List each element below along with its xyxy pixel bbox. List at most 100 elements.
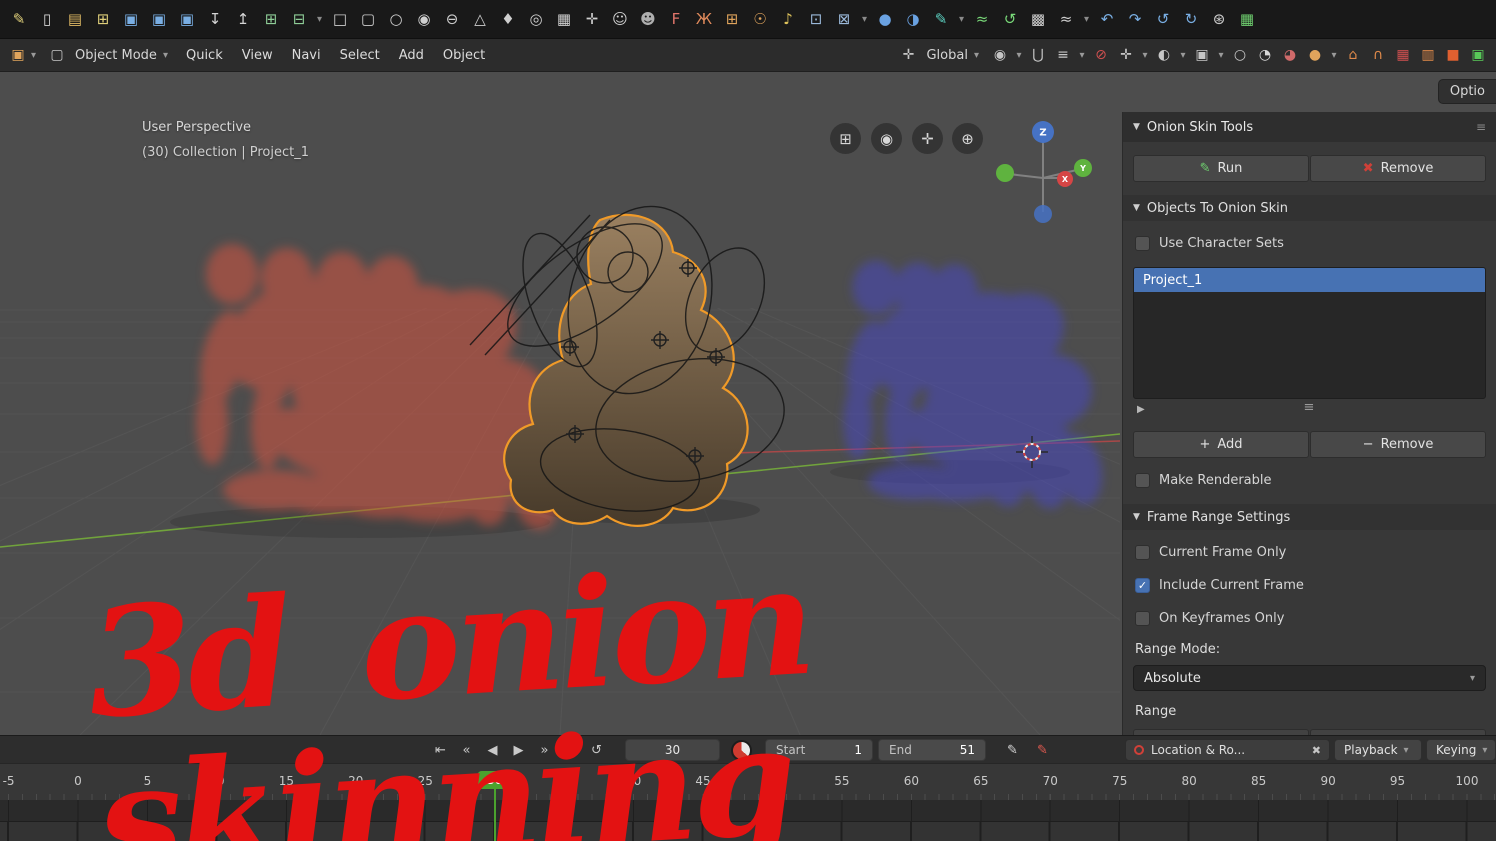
metaball-icon[interactable]: ● xyxy=(871,6,899,33)
clipped-field[interactable] xyxy=(1310,729,1486,735)
export-icon[interactable]: ↥ xyxy=(229,6,257,33)
droplet-icon[interactable]: ♦ xyxy=(494,6,522,33)
render-icon[interactable]: ⊟ xyxy=(285,6,313,33)
chevron-down-icon[interactable]: ▾ xyxy=(1013,43,1025,67)
camera-view-button[interactable]: ◉ xyxy=(871,123,902,154)
image-icon[interactable]: ⊡ xyxy=(802,6,830,33)
shading-material-icon[interactable]: ◕ xyxy=(1278,43,1302,67)
metaball-capsule-icon[interactable]: ◑ xyxy=(899,6,927,33)
sync-icon[interactable]: ↺ xyxy=(1149,6,1177,33)
playhead-line[interactable] xyxy=(494,787,496,841)
include-current-frame-checkbox[interactable] xyxy=(1135,578,1150,593)
clear-keying-set-icon[interactable]: ✖ xyxy=(1312,744,1321,757)
loop-button[interactable]: ↺ xyxy=(584,739,609,761)
insert-keyframe-icon[interactable]: ✎ xyxy=(1000,739,1025,761)
add-button[interactable]: + Add xyxy=(1133,431,1309,458)
mode-selector[interactable]: ▢ Object Mode ▾ xyxy=(37,40,176,70)
chevron-down-icon[interactable]: ▾ xyxy=(1139,43,1151,67)
sphere-icon[interactable]: ◉ xyxy=(410,6,438,33)
shading-rendered-icon[interactable]: ● xyxy=(1303,43,1327,67)
menu-item[interactable]: View xyxy=(233,44,282,67)
make-renderable-row[interactable]: Make Renderable xyxy=(1135,469,1484,491)
chevron-down-icon[interactable]: ▾ xyxy=(858,6,871,33)
cursor-icon[interactable]: ✛ xyxy=(578,6,606,33)
image-ref-icon[interactable]: ⊠ xyxy=(830,6,858,33)
circle-icon[interactable]: ○ xyxy=(382,6,410,33)
on-keyframes-only-row[interactable]: On Keyframes Only xyxy=(1135,607,1484,629)
cone-icon[interactable]: △ xyxy=(466,6,494,33)
panel-header[interactable]: ▼ Onion Skin Tools ≡ xyxy=(1123,112,1496,142)
lattice-icon[interactable]: ⊞ xyxy=(718,6,746,33)
objects-list[interactable]: Project_1 xyxy=(1133,267,1486,399)
use-character-sets-checkbox[interactable] xyxy=(1135,236,1150,251)
append-icon[interactable]: ⊞ xyxy=(89,6,117,33)
grid-display-icon[interactable]: ▦ xyxy=(1233,6,1261,33)
transform-orientation-selector[interactable]: ✛ Global ▾ xyxy=(888,40,987,70)
armature-icon[interactable]: Ж xyxy=(690,6,718,33)
chevron-down-icon[interactable]: ▾ xyxy=(1215,43,1227,67)
chevron-down-icon[interactable]: ▾ xyxy=(1328,43,1340,67)
gear-icon[interactable]: ⊛ xyxy=(1205,6,1233,33)
pivot-point-icon[interactable]: ◉ xyxy=(988,43,1012,67)
remove-object-button[interactable]: − Remove xyxy=(1310,431,1486,458)
menu-item[interactable]: Quick xyxy=(177,44,232,67)
window-icon[interactable]: ⊞ xyxy=(257,6,285,33)
curve-icon[interactable]: ≈ xyxy=(968,6,996,33)
xray-icon[interactable]: ▣ xyxy=(1190,43,1214,67)
editor-toggle-5-icon[interactable]: ■ xyxy=(1441,43,1465,67)
clipped-field[interactable] xyxy=(1133,729,1309,735)
keying-dropdown[interactable]: Keying ▾ xyxy=(1426,739,1496,761)
plane-icon[interactable]: □ xyxy=(326,6,354,33)
editor-toggle-2-icon[interactable]: ∩ xyxy=(1366,43,1390,67)
editor-toggle-1-icon[interactable]: ⌂ xyxy=(1341,43,1365,67)
jump-to-end-button[interactable]: ⇥ xyxy=(558,739,583,761)
overlays-icon[interactable]: ◐ xyxy=(1152,43,1176,67)
checker-icon[interactable]: ▩ xyxy=(1024,6,1052,33)
toggle-projection-button[interactable]: ⊞ xyxy=(830,123,861,154)
shading-solid-icon[interactable]: ◔ xyxy=(1253,43,1277,67)
pan-view-button[interactable]: ✛ xyxy=(912,123,943,154)
current-frame-field[interactable]: 30 xyxy=(625,739,720,761)
undo-icon[interactable]: ↶ xyxy=(1093,6,1121,33)
jump-to-start-button[interactable]: ⇤ xyxy=(428,739,453,761)
start-frame-field[interactable]: Start 1 xyxy=(765,739,873,761)
navigation-gizmo[interactable]: Z X Y xyxy=(985,116,1105,228)
list-resize-grip-icon[interactable]: ≡ xyxy=(1304,400,1316,415)
chevron-down-icon[interactable]: ▾ xyxy=(955,6,968,33)
play-button[interactable]: ▶ xyxy=(506,739,531,761)
editor-toggle-3-icon[interactable]: ▦ xyxy=(1391,43,1415,67)
chevron-down-icon[interactable]: ▾ xyxy=(313,6,326,33)
cycle-icon[interactable]: ↺ xyxy=(996,6,1024,33)
panel-grip-icon[interactable]: ≡ xyxy=(1476,120,1486,134)
objects-section-header[interactable]: ▼ Objects To Onion Skin xyxy=(1123,195,1496,221)
range-mode-dropdown[interactable]: Absolute ▾ xyxy=(1133,665,1486,691)
current-frame-only-row[interactable]: Current Frame Only xyxy=(1135,541,1484,563)
open-folder-icon[interactable]: ▤ xyxy=(61,6,89,33)
editor-toggle-4-icon[interactable]: ▥ xyxy=(1416,43,1440,67)
new-file-icon[interactable]: ✎ xyxy=(5,6,33,33)
use-character-sets-row[interactable]: Use Character Sets xyxy=(1135,232,1484,254)
menu-item[interactable]: Add xyxy=(390,44,433,67)
editor-type-icon[interactable]: ▣ xyxy=(6,43,30,67)
gizmo-icon[interactable]: ✛ xyxy=(1114,43,1138,67)
curve-handle-icon[interactable]: ≈ xyxy=(1052,6,1080,33)
chevron-down-icon[interactable]: ▾ xyxy=(1076,43,1088,67)
make-renderable-checkbox[interactable] xyxy=(1135,473,1150,488)
list-filter-icon[interactable]: ▶ xyxy=(1137,404,1145,415)
chevron-down-icon[interactable]: ▾ xyxy=(1177,43,1189,67)
delete-keyframe-icon[interactable]: ✎ xyxy=(1030,739,1055,761)
zoom-view-button[interactable]: ⊕ xyxy=(952,123,983,154)
end-frame-field[interactable]: End 51 xyxy=(878,739,986,761)
torus-icon[interactable]: ◎ xyxy=(522,6,550,33)
prev-keyframe-button[interactable]: « xyxy=(454,739,479,761)
save-as-icon[interactable]: ▣ xyxy=(145,6,173,33)
editor-toggle-6-icon[interactable]: ▣ xyxy=(1466,43,1490,67)
snap-magnet-icon[interactable]: ⋃ xyxy=(1026,43,1050,67)
monkey-icon[interactable]: ☺ xyxy=(606,6,634,33)
active-keying-set[interactable]: Location & Ro... ✖ xyxy=(1125,739,1330,761)
cube-icon[interactable]: ▢ xyxy=(354,6,382,33)
list-item[interactable]: Project_1 xyxy=(1134,268,1485,292)
record-indicator-icon[interactable] xyxy=(731,740,752,761)
import-icon[interactable]: ↧ xyxy=(201,6,229,33)
shading-wireframe-icon[interactable]: ○ xyxy=(1228,43,1252,67)
